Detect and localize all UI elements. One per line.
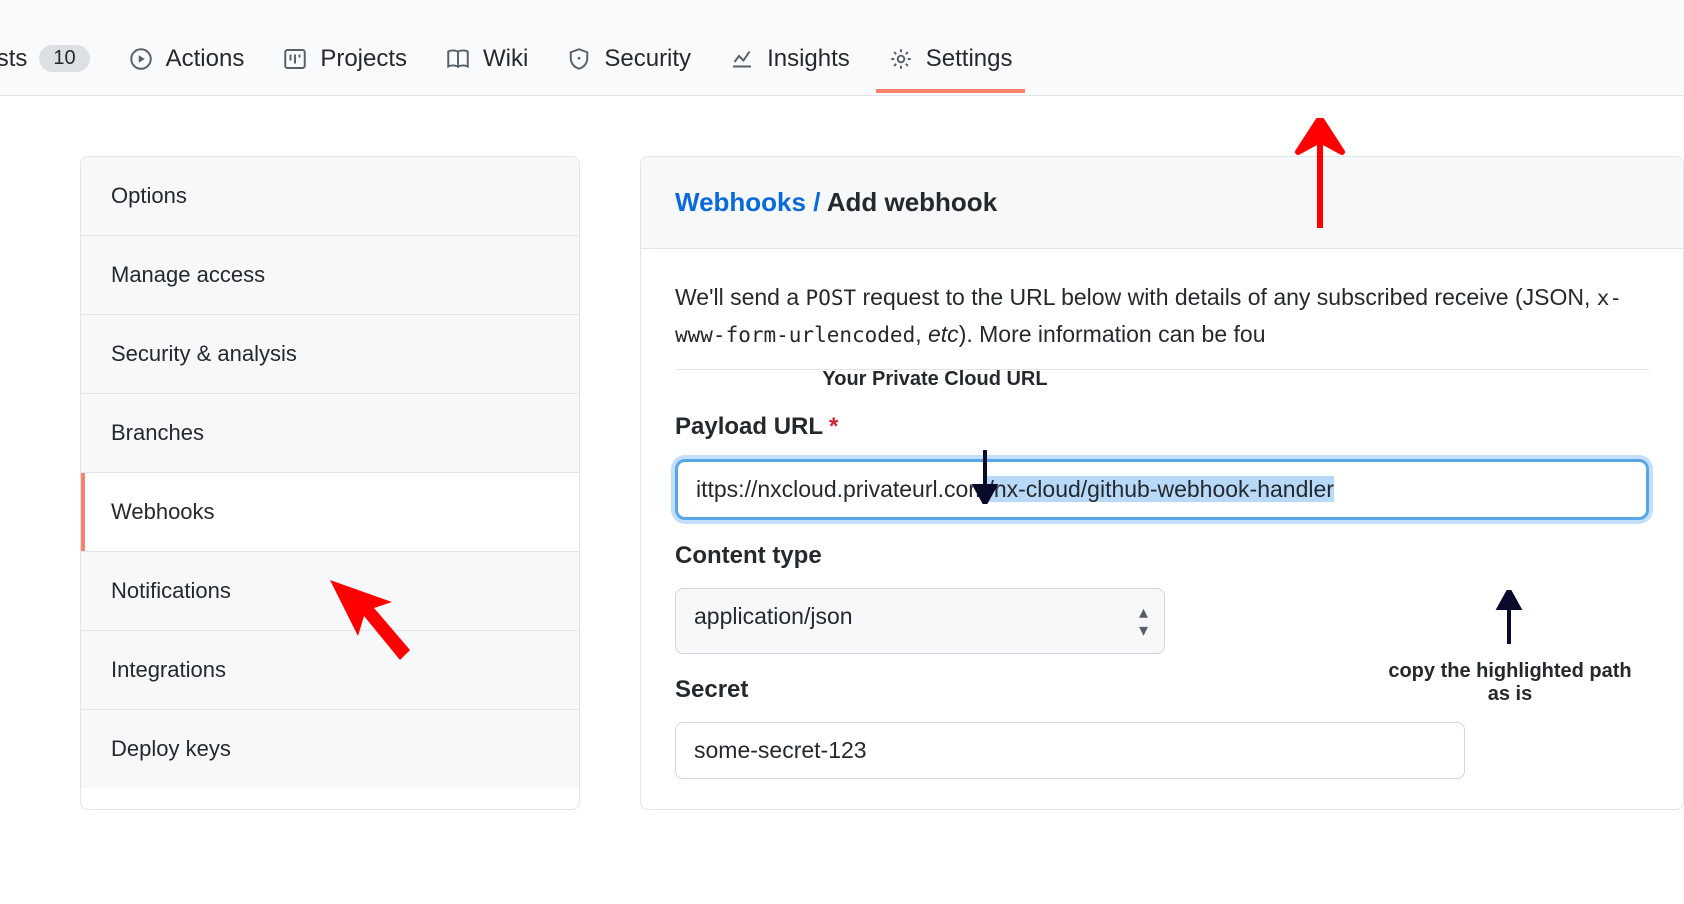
tab-label: uests [0, 45, 27, 73]
annotation-private-cloud-url: Your Private Cloud URL [775, 368, 1095, 391]
tab-label: Settings [926, 45, 1013, 73]
project-icon [282, 46, 308, 72]
tab-insights[interactable]: Insights [729, 5, 850, 73]
tab-label: Actions [166, 45, 245, 73]
sidebar-item-label: Manage access [111, 262, 265, 287]
annotation-arrow-up [1494, 590, 1524, 650]
sidebar-item-options[interactable]: Options [81, 157, 579, 236]
tab-actions[interactable]: Actions [128, 5, 245, 73]
repo-tabs: uests 10 Actions Projects Wiki Security … [0, 0, 1684, 96]
main-panel: Webhooks / Add webhook We'll send a POST… [640, 156, 1684, 810]
payload-url-highlighted-path: /nx-cloud/github-webhook-handler [987, 476, 1334, 502]
annotation-arrow-settings [1290, 118, 1350, 234]
annotation-copy-path: copy the highlighted path as is [1370, 660, 1650, 706]
tab-pull-requests[interactable]: uests 10 [0, 5, 90, 73]
annotation-arrow-down [970, 450, 1000, 510]
sidebar-item-label: Integrations [111, 657, 226, 682]
sidebar-item-label: Security & analysis [111, 341, 297, 366]
sidebar-item-security-analysis[interactable]: Security & analysis [81, 315, 579, 394]
sidebar-item-branches[interactable]: Branches [81, 394, 579, 473]
tab-label: Wiki [483, 45, 528, 73]
sidebar-item-manage-access[interactable]: Manage access [81, 236, 579, 315]
sidebar-item-deploy-keys[interactable]: Deploy keys [81, 710, 579, 788]
sidebar-item-label: Options [111, 183, 187, 208]
annotation-arrow-webhooks [330, 580, 420, 686]
content-type-select[interactable]: application/json ▴▾ [675, 588, 1165, 654]
content-type-value: application/json [694, 603, 853, 639]
shield-icon [566, 46, 592, 72]
book-icon [445, 46, 471, 72]
sidebar-item-label: Branches [111, 420, 204, 445]
sidebar-item-webhooks[interactable]: Webhooks [81, 473, 579, 552]
breadcrumb-link-webhooks[interactable]: Webhooks [675, 187, 806, 217]
breadcrumb-current: Add webhook [827, 187, 997, 217]
tab-label: Projects [320, 45, 407, 73]
breadcrumb: Webhooks / Add webhook [641, 157, 1683, 249]
content-type-label: Content type [675, 542, 1649, 570]
intro-text: We'll send a POST request to the URL bel… [675, 279, 1649, 370]
payload-url-prefix: ittps://nxcloud.privateurl.com [696, 476, 987, 502]
breadcrumb-separator: / [813, 187, 820, 217]
secret-value: some-secret-123 [694, 737, 867, 763]
tab-settings[interactable]: Settings [888, 5, 1013, 73]
payload-url-label: Payload URL* [675, 413, 1649, 441]
tab-label: Security [604, 45, 691, 73]
sidebar-item-label: Webhooks [111, 499, 215, 524]
sidebar-item-label: Deploy keys [111, 736, 231, 761]
sidebar-item-label: Notifications [111, 578, 231, 603]
tab-security[interactable]: Security [566, 5, 691, 73]
play-icon [128, 46, 154, 72]
payload-url-input[interactable]: ittps://nxcloud.privateurl.com/nx-cloud/… [675, 459, 1649, 520]
gear-icon [888, 46, 914, 72]
chevron-updown-icon: ▴▾ [1139, 603, 1146, 639]
secret-input[interactable]: some-secret-123 [675, 722, 1465, 779]
tab-projects[interactable]: Projects [282, 5, 407, 73]
pr-count-badge: 10 [39, 45, 89, 72]
graph-icon [729, 46, 755, 72]
required-asterisk: * [829, 413, 838, 440]
tab-wiki[interactable]: Wiki [445, 5, 528, 73]
settings-sidebar: Options Manage access Security & analysi… [80, 156, 580, 810]
tab-label: Insights [767, 45, 850, 73]
